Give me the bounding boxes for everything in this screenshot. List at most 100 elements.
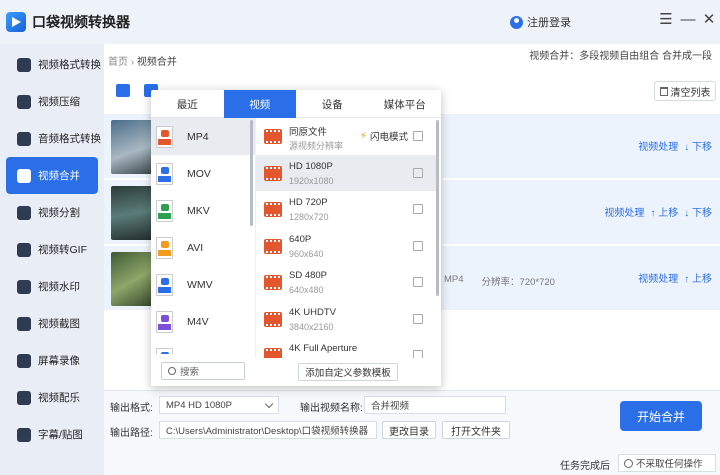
preset-name: 4K Full Aperture xyxy=(289,343,358,354)
format-list-scrollbar[interactable] xyxy=(250,120,253,226)
format-glyph xyxy=(161,351,169,354)
watermark-icon xyxy=(17,279,31,294)
output-format-select[interactable]: MP4 HD 1080P xyxy=(159,396,279,414)
film-icon xyxy=(264,275,282,290)
format-band xyxy=(158,323,171,330)
preset-item-2[interactable]: HD 720P 1280x720 xyxy=(256,191,437,228)
sidebar-item-label: 视频截图 xyxy=(38,318,80,330)
format-item-mov[interactable]: MOV xyxy=(151,155,255,192)
film-icon xyxy=(264,311,282,327)
format-item-mpg[interactable]: MPG xyxy=(151,340,255,354)
edit-icon[interactable] xyxy=(413,167,423,178)
format-glyph xyxy=(161,277,169,285)
open-folder-button[interactable]: 打开文件夹 xyxy=(442,421,510,439)
format-item-mkv[interactable]: MKV xyxy=(151,192,255,229)
sidebar-item-9[interactable]: 视频配乐 xyxy=(6,379,98,416)
clear-list-label: 清空列表 xyxy=(670,87,711,99)
after-task-select[interactable]: 不采取任何操作 xyxy=(618,454,716,472)
search-icon xyxy=(168,367,176,375)
sidebar-item-label: 字幕/贴图 xyxy=(38,429,83,441)
change-directory-button[interactable]: 更改目录 xyxy=(382,421,436,439)
format-item-avi[interactable]: AVI xyxy=(151,229,255,266)
file-mp4-icon xyxy=(156,125,173,148)
format-label: WMV xyxy=(187,278,213,291)
screenshot-icon xyxy=(17,316,31,331)
preset-resolution: 1280x720 xyxy=(289,212,329,222)
format-glyph xyxy=(161,166,169,174)
preset-item-6[interactable]: 4K Full Aperture xyxy=(256,337,437,358)
sidebar-item-5[interactable]: 视频转GIF xyxy=(6,231,98,268)
popup-tab-2[interactable]: 设备 xyxy=(296,90,369,118)
breadcrumb-home[interactable]: 首页 xyxy=(108,57,128,68)
film-icon xyxy=(264,202,282,217)
row-action-0[interactable]: 视频处理 xyxy=(638,138,678,153)
row-action-0[interactable]: 视频处理 xyxy=(604,204,644,219)
preset-item-1[interactable]: HD 1080P 1920x1080 xyxy=(256,154,437,191)
preset-resolution: 3840x2160 xyxy=(289,321,334,332)
format-item-mp4[interactable]: MP4 xyxy=(151,118,255,155)
output-name-value: 合并视频 xyxy=(371,401,410,412)
format-label: MPG xyxy=(187,353,211,355)
edit-icon[interactable] xyxy=(413,277,423,287)
preset-list-scrollbar[interactable] xyxy=(436,120,439,296)
preset-item-5[interactable]: 4K UHDTV 3840x2160 xyxy=(256,301,437,338)
breadcrumb-current: 视频合并 xyxy=(136,57,177,68)
login-button[interactable]: 注册登录 xyxy=(510,14,571,30)
sidebar-item-1[interactable]: 视频压缩 xyxy=(6,83,98,120)
row-action-0[interactable]: 视频处理 xyxy=(638,270,678,285)
trash-icon xyxy=(659,86,668,96)
popup-tab-3[interactable]: 媒体平台 xyxy=(369,90,442,118)
sidebar-item-2[interactable]: 音频格式转换 xyxy=(6,120,101,157)
menu-icon[interactable]: ☰ xyxy=(658,12,674,28)
row-action-1[interactable]: ↑ 上移 xyxy=(684,270,712,285)
preset-item-4[interactable]: SD 480P 640x480 xyxy=(256,264,437,301)
preset-item-3[interactable]: 640P 960x640 xyxy=(256,228,437,265)
chevron-down-icon xyxy=(264,399,274,408)
login-label: 注册登录 xyxy=(527,17,571,29)
row-resolution: 分辨率：720*720 xyxy=(481,277,555,288)
sidebar-item-4[interactable]: 视频分割 xyxy=(6,194,98,231)
row-actions: 视频处理 ↓ 下移 xyxy=(638,138,712,153)
output-name-input[interactable]: 合并视频 xyxy=(364,396,506,414)
format-band xyxy=(158,286,171,293)
preset-resolution: 640x480 xyxy=(289,285,324,295)
add-file-icon[interactable] xyxy=(116,84,130,97)
edit-icon[interactable] xyxy=(413,350,423,358)
add-custom-template-button[interactable]: 添加自定义参数模板 xyxy=(298,363,398,381)
output-path-value: C:\Users\Administrator\Desktop\口袋视频转换器 xyxy=(166,426,369,437)
row-actions: 视频处理 ↑ 上移 ↓ 下移 xyxy=(604,204,712,219)
popup-tab-1[interactable]: 视频 xyxy=(223,90,296,118)
edit-icon[interactable] xyxy=(413,204,423,214)
film-icon xyxy=(264,238,282,254)
output-settings: 输出格式: MP4 HD 1080P 输出视频名称: 合并视频 输出路径: C:… xyxy=(104,390,720,452)
sidebar-item-6[interactable]: 视频水印 xyxy=(6,268,98,305)
sidebar-item-7[interactable]: 视频截图 xyxy=(6,305,98,342)
preset-name: 同原文件 xyxy=(289,127,328,138)
edit-icon[interactable] xyxy=(413,240,423,251)
popup-tab-0[interactable]: 最近 xyxy=(151,90,224,118)
minimize-icon[interactable]: — xyxy=(680,12,696,28)
row-action-1[interactable]: ↑ 上移 xyxy=(650,204,678,219)
subtitle-icon xyxy=(17,427,31,442)
output-path-input[interactable]: C:\Users\Administrator\Desktop\口袋视频转换器 xyxy=(159,421,377,439)
sidebar-item-8[interactable]: 屏幕录像 xyxy=(6,342,98,379)
format-item-wmv[interactable]: WMV xyxy=(151,266,255,303)
sidebar-item-3[interactable]: 视频合并 xyxy=(6,157,98,194)
film-icon xyxy=(264,129,282,144)
format-item-m4v[interactable]: M4V xyxy=(151,303,255,340)
status-bar: 任务完成后 不采取任何操作 xyxy=(104,452,720,475)
edit-icon[interactable] xyxy=(413,131,423,141)
row-action-2[interactable]: ↓ 下移 xyxy=(684,204,712,219)
sidebar-item-label: 视频配乐 xyxy=(38,392,80,404)
start-merge-button[interactable]: 开始合并 xyxy=(620,401,702,431)
close-icon[interactable]: ✕ xyxy=(701,12,717,28)
sidebar-item-10[interactable]: 字幕/贴图 xyxy=(6,416,98,453)
row-action-1[interactable]: ↓ 下移 xyxy=(684,138,712,153)
format-search-input[interactable]: 搜索 xyxy=(161,362,245,380)
flash-mode-badge[interactable]: ⚡ 闪电模式 xyxy=(356,128,413,144)
preset-resolution: 1920x1080 xyxy=(289,175,334,186)
clear-list-button[interactable]: 清空列表 xyxy=(654,81,716,101)
edit-icon[interactable] xyxy=(413,313,423,324)
sidebar-item-0[interactable]: 视频格式转换 xyxy=(6,46,101,83)
sidebar-item-label: 视频水印 xyxy=(38,281,80,293)
